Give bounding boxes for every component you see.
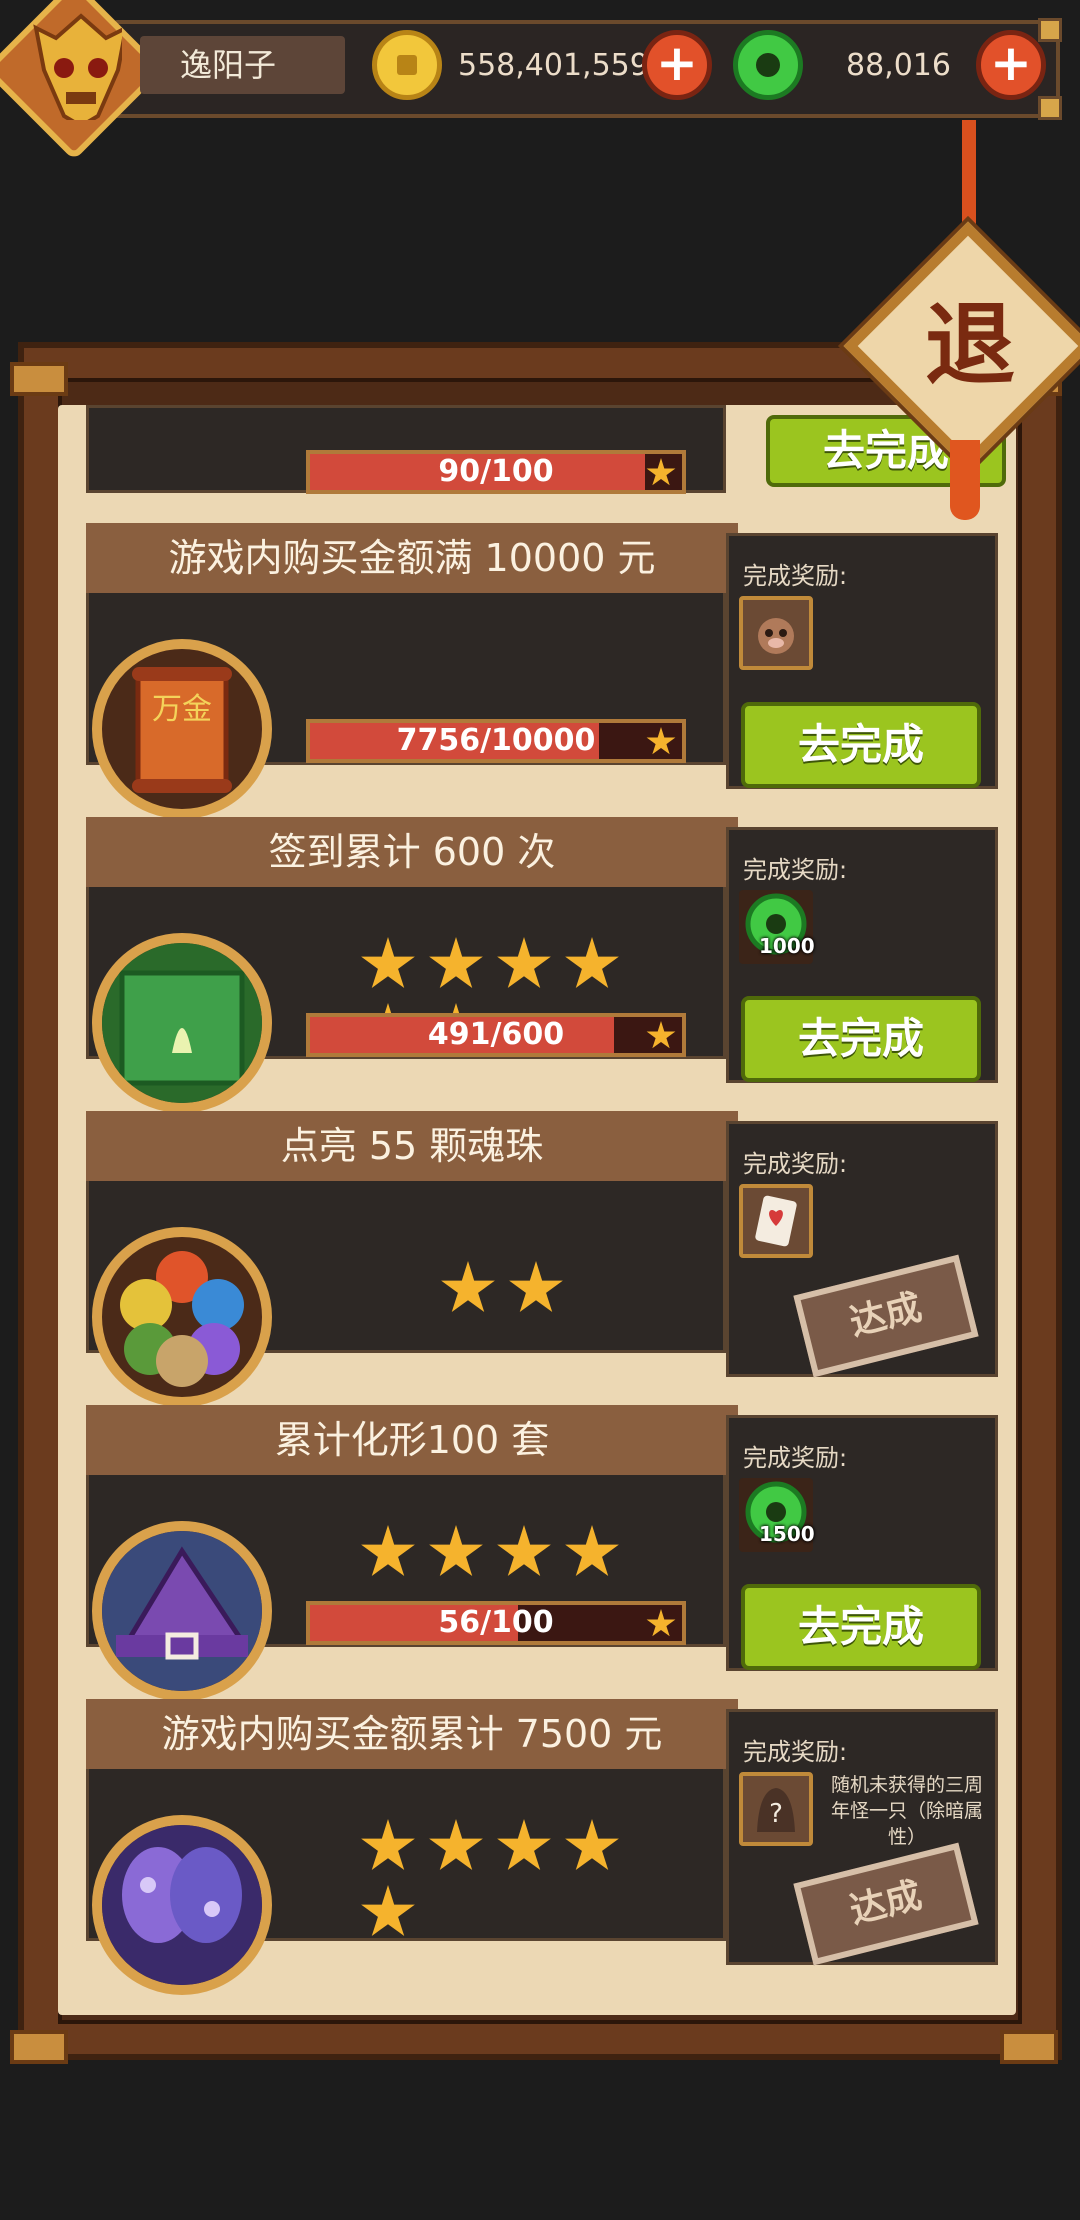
- reward-count: 1500: [759, 1522, 815, 1546]
- progress-text: 7756/10000: [396, 723, 596, 758]
- star-icon: [497, 937, 551, 988]
- star-icon: [565, 1819, 619, 1870]
- scroll-wanjin-icon: 万金: [132, 667, 232, 793]
- gate-icon: [102, 943, 262, 1103]
- reward-label: 完成奖励:: [743, 856, 848, 884]
- star-icon: [361, 1885, 415, 1936]
- star-icon: [429, 937, 483, 988]
- reward-panel: 完成奖励: 1500 去完成: [726, 1415, 998, 1671]
- star-icon: [565, 937, 619, 988]
- corner-stud: [1038, 18, 1062, 42]
- star-row: [360, 1819, 680, 1951]
- task-icon: [92, 1227, 272, 1407]
- demon-mask-icon: [33, 13, 122, 120]
- task-icon: [92, 1815, 272, 1995]
- reward-panel: 完成奖励: ? 随机未获得的三周年怪一只（除暗属性） 达成: [726, 1709, 998, 1966]
- star-icon: [361, 1525, 415, 1576]
- achieved-stamp: 达成: [793, 1254, 979, 1378]
- svg-text:?: ?: [769, 1799, 783, 1829]
- reward-description: 随机未获得的三周年怪一只（除暗属性）: [830, 1774, 983, 1848]
- task-list[interactable]: 90/100 去完成 游戏内购买金额满 10000 元 完成奖励: 去完成 万金…: [58, 405, 1016, 2015]
- card-icon[interactable]: [739, 1184, 813, 1258]
- task-title: 累计化形100 套: [86, 1405, 738, 1475]
- frame-stud: [1000, 2030, 1058, 2064]
- task-title: 游戏内购买金额累计 7500 元: [86, 1699, 738, 1769]
- task-icon: [92, 933, 272, 1113]
- star-icon: [565, 1525, 619, 1576]
- star-icon: [497, 1819, 551, 1870]
- reward-label: 完成奖励:: [743, 1444, 848, 1472]
- butterfly-wings-icon: [102, 1825, 262, 1985]
- reward-panel: 完成奖励: 1000 去完成: [726, 827, 998, 1083]
- task-title: 签到累计 600 次: [86, 817, 738, 887]
- star-row: [360, 1525, 680, 1591]
- svg-text:万金: 万金: [152, 692, 212, 727]
- progress-text: 56/100: [438, 1605, 554, 1640]
- star-icon: [361, 1819, 415, 1870]
- reward-panel: 完成奖励: 达成: [726, 1121, 998, 1378]
- frame-stud: [10, 362, 68, 396]
- jade-icon: [733, 30, 803, 100]
- progress-bar: 56/100: [306, 1601, 686, 1645]
- go-complete-button[interactable]: 去完成: [741, 1584, 981, 1670]
- star-icon: [509, 1261, 563, 1312]
- reward-label: 完成奖励:: [743, 1738, 848, 1766]
- task-icon: 万金: [92, 639, 272, 819]
- task-title: 游戏内购买金额满 10000 元: [86, 523, 738, 593]
- add-jade-button[interactable]: +: [976, 30, 1046, 100]
- corner-stud: [1038, 96, 1062, 120]
- go-complete-button[interactable]: 去完成: [741, 996, 981, 1082]
- frame-stud: [10, 2030, 68, 2064]
- progress-bar: 90/100: [306, 450, 686, 494]
- task-title: 点亮 55 颗魂珠: [86, 1111, 738, 1181]
- progress-text: 491/600: [427, 1017, 565, 1052]
- star-icon: [429, 1819, 483, 1870]
- progress-bar: 491/600: [306, 1013, 686, 1057]
- star-icon: [361, 937, 415, 988]
- star-icon: [429, 1525, 483, 1576]
- exit-label[interactable]: 退: [905, 285, 1035, 405]
- progress-bar: 7756/10000: [306, 719, 686, 763]
- wizard-hat-icon: [102, 1531, 262, 1691]
- jade-amount: 88,016: [846, 48, 951, 83]
- reward-label: 完成奖励:: [743, 562, 848, 590]
- reward-label: 完成奖励:: [743, 1150, 848, 1178]
- add-gold-button[interactable]: +: [642, 30, 712, 100]
- achieved-stamp: 达成: [793, 1842, 979, 1966]
- star-row: [440, 1261, 760, 1327]
- reward-count: 1000: [759, 934, 815, 958]
- exit-tassel: [950, 440, 980, 520]
- reward-panel: 完成奖励: 去完成: [726, 533, 998, 789]
- soul-orbs-icon: [120, 1251, 244, 1387]
- mystery-monster-icon[interactable]: ?: [739, 1772, 813, 1846]
- go-complete-button[interactable]: 去完成: [741, 702, 981, 788]
- progress-text: 90/100: [438, 454, 554, 489]
- star-icon: [441, 1261, 495, 1312]
- star-icon: [497, 1525, 551, 1576]
- gold-amount: 558,401,559: [458, 48, 649, 83]
- gold-coin-icon: [372, 30, 442, 100]
- task-icon: [92, 1521, 272, 1701]
- player-name: 逸阳子: [140, 36, 345, 94]
- pet-icon[interactable]: [739, 596, 813, 670]
